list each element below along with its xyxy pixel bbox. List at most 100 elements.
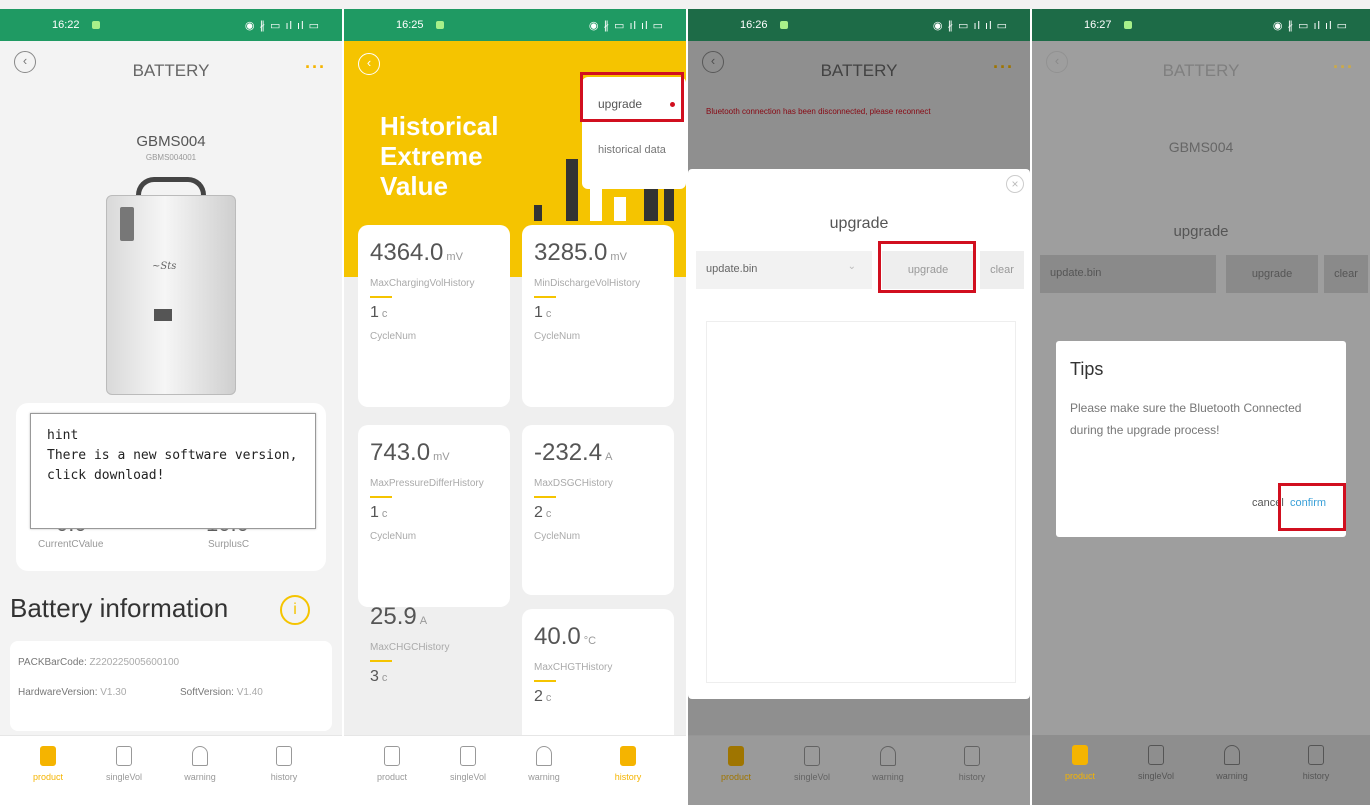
clear-button[interactable]: clear <box>1324 255 1368 293</box>
status-time: 16:27 <box>1084 19 1112 31</box>
hint-popup[interactable]: hint There is a new software version, cl… <box>30 413 316 529</box>
tab-history[interactable]: history <box>1286 745 1346 781</box>
hint-title: hint <box>47 428 79 443</box>
upgrade-button[interactable]: upgrade <box>1226 255 1318 293</box>
bottom-tab-bar: product singleVol warning history <box>344 735 686 805</box>
calendar-icon <box>1308 745 1324 765</box>
highlight-upgrade <box>580 72 684 122</box>
battery-pack-icon <box>384 746 400 766</box>
calendar-icon <box>620 746 636 766</box>
tips-dialog: Tips Please make sure the Bluetooth Conn… <box>1056 341 1346 537</box>
battery-info-card: PACKBarCode: Z220225005600100 HardwareVe… <box>10 641 332 731</box>
battery-pack-icon <box>1072 745 1088 765</box>
tips-title: Tips <box>1070 359 1104 379</box>
tab-history[interactable]: history <box>254 746 314 782</box>
menu-historical-data[interactable]: historical data <box>598 143 668 157</box>
tab-product[interactable]: product <box>18 746 78 782</box>
highlight-confirm <box>1278 483 1346 531</box>
upgrade-dialog: × upgrade update.bin ⌄ upgrade clear <box>688 169 1030 699</box>
info-icon[interactable]: i <box>280 595 310 625</box>
battery-icon <box>1148 745 1164 765</box>
tab-product[interactable]: product <box>362 746 422 782</box>
file-name: update.bin <box>1050 267 1102 279</box>
device-model: GBMS004 <box>136 133 206 150</box>
file-select[interactable]: update.bin <box>1040 255 1216 293</box>
upgrade-log-area <box>706 321 1016 683</box>
upgrade-dialog-title: upgrade <box>829 215 889 232</box>
notification-icon <box>1124 21 1132 29</box>
battery-icon <box>116 746 132 766</box>
tab-warning[interactable]: warning <box>1202 745 1262 781</box>
page-title: BATTERY <box>1162 61 1240 80</box>
bell-icon <box>1224 745 1240 765</box>
status-icons: ◉ ∦ ▭ ıl ıl ▭ <box>588 20 664 32</box>
page-title: BATTERY <box>132 61 210 80</box>
status-icons: ◉ ∦ ▭ ıl ıl ▭ <box>932 20 1008 32</box>
tab-singlevol[interactable]: singleVol <box>94 746 154 782</box>
app-header: ‹ BATTERY ··· <box>1032 41 1370 91</box>
file-select[interactable]: update.bin ⌄ <box>696 251 872 289</box>
clear-button[interactable]: clear <box>980 251 1024 289</box>
card-max-dsgc: -232.4 A MaxDSGCHistory 2c CycleNum <box>522 425 674 595</box>
status-icons: ◉ ∦ ▭ ıl ıl ▭ <box>1272 20 1348 32</box>
notification-icon <box>92 21 100 29</box>
pack-value: Z220225005600100 <box>89 657 180 668</box>
bottom-tab-bar: product singleVol warning history <box>1032 735 1370 805</box>
notification-icon <box>436 21 444 29</box>
tab-warning[interactable]: warning <box>514 746 574 782</box>
more-icon[interactable]: ··· <box>305 57 326 78</box>
status-bar: 16:22 ◉ ∦ ▭ ıl ıl ▭ <box>0 9 342 41</box>
bell-icon <box>536 746 552 766</box>
highlight-upgrade-button <box>878 241 976 293</box>
status-bar: 16:25 ◉ ∦ ▭ ıl ıl ▭ <box>344 9 686 41</box>
panel-battery-hint: 16:22 ◉ ∦ ▭ ıl ıl ▭ ‹ BATTERY ··· GBMS00… <box>0 9 342 805</box>
close-icon[interactable]: × <box>1006 175 1024 193</box>
calendar-icon <box>276 746 292 766</box>
hint-message: There is a new software version, click d… <box>47 448 298 483</box>
card-max-charging-vol: 4364.0 mV MaxChargingVolHistory 1c CycleN… <box>358 225 510 407</box>
status-time: 16:26 <box>740 19 768 31</box>
bell-icon <box>192 746 208 766</box>
sw-value: V1.40 <box>236 687 263 698</box>
card-min-discharge-vol: 3285.0 mV MinDischargeVolHistory 1c Cycle… <box>522 225 674 407</box>
battery-icon <box>460 746 476 766</box>
card-max-chgt: 40.0 °C MaxCHGTHistory 2c <box>522 609 674 749</box>
bottom-tab-bar: product singleVol warning history <box>0 735 342 805</box>
history-title: Historical Extreme Value <box>380 111 499 201</box>
status-time: 16:22 <box>52 19 80 31</box>
device-model: GBMS004 <box>1168 139 1234 155</box>
back-icon[interactable]: ‹ <box>358 53 380 75</box>
chevron-down-icon: ⌄ <box>847 261 856 272</box>
notification-icon <box>780 21 788 29</box>
status-icons: ◉ ∦ ▭ ıl ıl ▭ <box>244 20 320 32</box>
more-icon[interactable]: ··· <box>1333 57 1354 78</box>
tab-product[interactable]: product <box>1050 745 1110 781</box>
status-time: 16:25 <box>396 19 424 31</box>
tab-singlevol[interactable]: singleVol <box>1126 745 1186 781</box>
pack-label: PACKBarCode: <box>18 657 87 668</box>
card-max-pressure-differ: 743.0 mV MaxPressureDifferHistory 1c Cycl… <box>358 425 510 607</box>
hw-label: HardwareVersion: <box>18 687 98 698</box>
battery-pack-icon <box>40 746 56 766</box>
sw-label: SoftVersion: <box>180 687 234 698</box>
device-serial: GBMS004001 <box>145 153 197 162</box>
card-max-chgc: 25.9 A MaxCHGCHistory 3c <box>370 603 450 685</box>
hw-value: V1.30 <box>100 687 127 698</box>
panel-history: 16:25 ◉ ∦ ▭ ıl ıl ▭ ‹ Historical Extreme… <box>344 9 686 805</box>
current-c-label: CurrentCValue <box>38 539 104 550</box>
status-bar: 16:27 ◉ ∦ ▭ ıl ıl ▭ <box>1032 9 1370 41</box>
status-bar: 16:26 ◉ ∦ ▭ ıl ıl ▭ <box>688 9 1030 41</box>
tab-history[interactable]: history <box>598 746 658 782</box>
file-name: update.bin <box>706 263 758 275</box>
panel-tips-dialog: 16:27 ◉ ∦ ▭ ıl ıl ▭ ‹ BATTERY ··· GBMS00… <box>1032 9 1370 805</box>
upgrade-dialog-title: upgrade <box>1173 223 1229 240</box>
battery-image: ~Sts <box>106 177 236 395</box>
tips-message: Please make sure the Bluetooth Connected… <box>1070 401 1302 437</box>
tab-singlevol[interactable]: singleVol <box>438 746 498 782</box>
surplus-c-label: SurplusC <box>208 539 250 550</box>
tab-warning[interactable]: warning <box>170 746 230 782</box>
top-margin <box>0 0 1370 9</box>
app-header: ‹ BATTERY ··· <box>0 41 342 91</box>
battery-info-title: Battery information <box>10 593 229 623</box>
panel-upgrade-dialog: 16:26 ◉ ∦ ▭ ıl ıl ▭ ‹ BATTERY ··· Blueto… <box>688 9 1030 805</box>
